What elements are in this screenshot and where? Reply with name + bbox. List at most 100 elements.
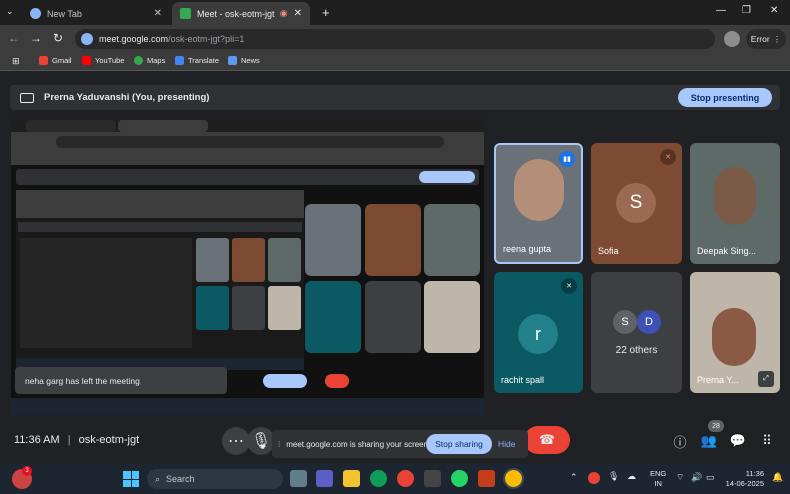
minimize-icon[interactable]: — <box>716 5 726 16</box>
file-explorer-icon[interactable] <box>343 470 360 487</box>
reload-icon[interactable]: ↻ <box>53 31 63 45</box>
preview-end-call <box>325 374 349 388</box>
chrome-taskbar-icon[interactable] <box>397 470 414 487</box>
meeting-time: 11:36 AM <box>14 434 60 446</box>
chrome-active-icon[interactable] <box>503 468 524 489</box>
show-hidden-icons[interactable]: ⌃ <box>570 472 578 483</box>
maps-icon <box>134 56 143 65</box>
activities-icon[interactable]: ⠿ <box>754 428 780 454</box>
bookmark-label: Gmail <box>52 56 72 65</box>
info-icon[interactable]: ⓘ <box>667 428 693 454</box>
powerpoint-icon[interactable] <box>478 470 495 487</box>
participant-video <box>514 159 564 221</box>
url-path: /osk-eotm-jgt?pli=1 <box>168 34 245 44</box>
restore-icon[interactable]: ❐ <box>742 5 751 16</box>
nested-tile <box>268 238 301 282</box>
profile-error-label: Error <box>750 34 770 44</box>
preview-tile <box>424 204 480 276</box>
participant-avatar: r <box>518 314 558 354</box>
taskbar-search[interactable]: ⌕ Search <box>147 469 283 489</box>
bookmark-gmail[interactable]: Gmail <box>39 56 72 65</box>
new-tab-icon[interactable]: + <box>322 5 330 20</box>
participant-name: rachit spall <box>501 375 545 385</box>
stop-presenting-button[interactable]: Stop presenting <box>678 88 772 107</box>
participant-tile-prerna[interactable]: Prerna Y... ⤢ <box>690 272 780 393</box>
more-icon: ⋮ <box>772 33 782 44</box>
stop-sharing-button[interactable]: Stop sharing <box>426 434 492 454</box>
drag-handle-icon[interactable]: ⁞ <box>278 440 280 449</box>
mic-off-icon: ✕ <box>660 149 676 165</box>
profile-avatar[interactable] <box>724 31 740 47</box>
translate-icon <box>175 56 184 65</box>
meeting-code: osk-eotm-jgt <box>78 434 140 446</box>
participant-tile-reena[interactable]: ▮▮ reena gupta <box>494 143 583 264</box>
apps-grid-icon[interactable]: ⊞ <box>12 56 20 67</box>
bookmark-maps[interactable]: Maps <box>134 56 165 65</box>
left-meeting-toast: neha garg has left the meeting <box>15 367 227 394</box>
chrome-icon <box>30 8 41 19</box>
tray-app-icon[interactable] <box>588 472 600 484</box>
participant-tile-others[interactable]: S D 22 others <box>591 272 682 393</box>
participant-video <box>712 308 756 366</box>
chat-icon[interactable]: 💬 <box>725 428 751 454</box>
edge-icon[interactable] <box>370 470 387 487</box>
system-clock[interactable]: 11:36 14-06-2025 <box>722 469 764 489</box>
close-tab-icon[interactable]: ✕ <box>154 8 162 19</box>
bookmark-label: News <box>241 56 260 65</box>
forward-icon[interactable]: → <box>30 31 42 45</box>
tab-meet[interactable]: Meet - osk-eotm-jgt ◉ ✕ <box>172 2 310 25</box>
teams-icon[interactable] <box>316 470 333 487</box>
screen-sharing-notice: ⁞ meet.google.com is sharing your screen… <box>272 430 528 458</box>
nested-preview <box>20 238 192 348</box>
profile-error-button[interactable]: Error ⋮ <box>746 29 786 49</box>
start-icon[interactable] <box>123 471 139 487</box>
preview-banner <box>16 169 479 185</box>
preview-stop-button <box>419 171 475 183</box>
tab-search-icon[interactable]: ⌄ <box>6 6 14 17</box>
participant-name: Prerna Y... <box>697 375 739 385</box>
mic-off-icon: ✕ <box>561 278 577 294</box>
tray-cloud-icon[interactable]: ☁ <box>627 471 636 482</box>
participant-count-badge: 28 <box>708 420 724 432</box>
present-screen-icon <box>20 92 34 103</box>
presenting-banner: Prerna Yaduvanshi (You, presenting) Stop… <box>10 85 780 110</box>
task-view-icon[interactable] <box>290 470 307 487</box>
participant-tile-rachit[interactable]: r ✕ rachit spall <box>494 272 583 393</box>
close-window-icon[interactable]: ✕ <box>770 5 778 16</box>
bookmark-label: YouTube <box>95 56 125 65</box>
language-indicator[interactable]: ENG IN <box>650 469 666 489</box>
hide-button[interactable]: Hide <box>498 439 515 449</box>
more-options-icon[interactable]: ⋯ <box>222 427 250 455</box>
participant-tile-sofia[interactable]: S ✕ Sofia <box>591 143 682 264</box>
others-avatar: D <box>637 310 661 334</box>
presenting-text: Prerna Yaduvanshi (You, presenting) <box>44 92 210 103</box>
microphone-icon[interactable]: 🎙 <box>247 427 275 455</box>
site-info-icon[interactable] <box>81 33 93 45</box>
bookmark-label: Maps <box>147 56 166 65</box>
address-bar[interactable]: meet.google.com/osk-eotm-jgt?pli=1 <box>75 29 715 49</box>
bookmark-youtube[interactable]: YouTube <box>82 56 124 65</box>
pin-icon[interactable]: ⤢ <box>758 371 774 387</box>
participant-name: Deepak Sing... <box>697 246 757 256</box>
preview-omnibox <box>56 136 444 148</box>
tray-mic-icon[interactable]: 🎙 <box>608 471 619 482</box>
participant-tile-deepak[interactable]: Deepak Sing... <box>690 143 780 264</box>
close-tab-icon[interactable]: ✕ <box>294 8 302 19</box>
store-icon[interactable] <box>424 470 441 487</box>
preview-tile <box>305 204 361 276</box>
meet-icon <box>180 8 191 19</box>
tab-strip: ⌄ New Tab ✕ Meet - osk-eotm-jgt ◉ ✕ + — … <box>0 0 790 25</box>
volume-icon[interactable]: 🔊 <box>691 472 702 483</box>
whatsapp-icon[interactable] <box>451 470 468 487</box>
bookmark-translate[interactable]: Translate <box>175 56 219 65</box>
tab-title: Meet - osk-eotm-jgt <box>197 8 275 19</box>
wifi-icon[interactable]: ⌔ <box>676 472 684 483</box>
notification-bell-icon[interactable]: 🔔 <box>772 472 783 483</box>
end-call-button[interactable]: ☎ <box>524 426 570 454</box>
battery-icon[interactable]: ▭ <box>706 472 715 483</box>
nested-tile <box>232 286 265 330</box>
tab-new-tab[interactable]: New Tab ✕ <box>22 2 170 25</box>
back-icon[interactable]: ← <box>8 31 20 45</box>
preview-tab <box>118 120 208 132</box>
bookmark-news[interactable]: News <box>228 56 260 65</box>
